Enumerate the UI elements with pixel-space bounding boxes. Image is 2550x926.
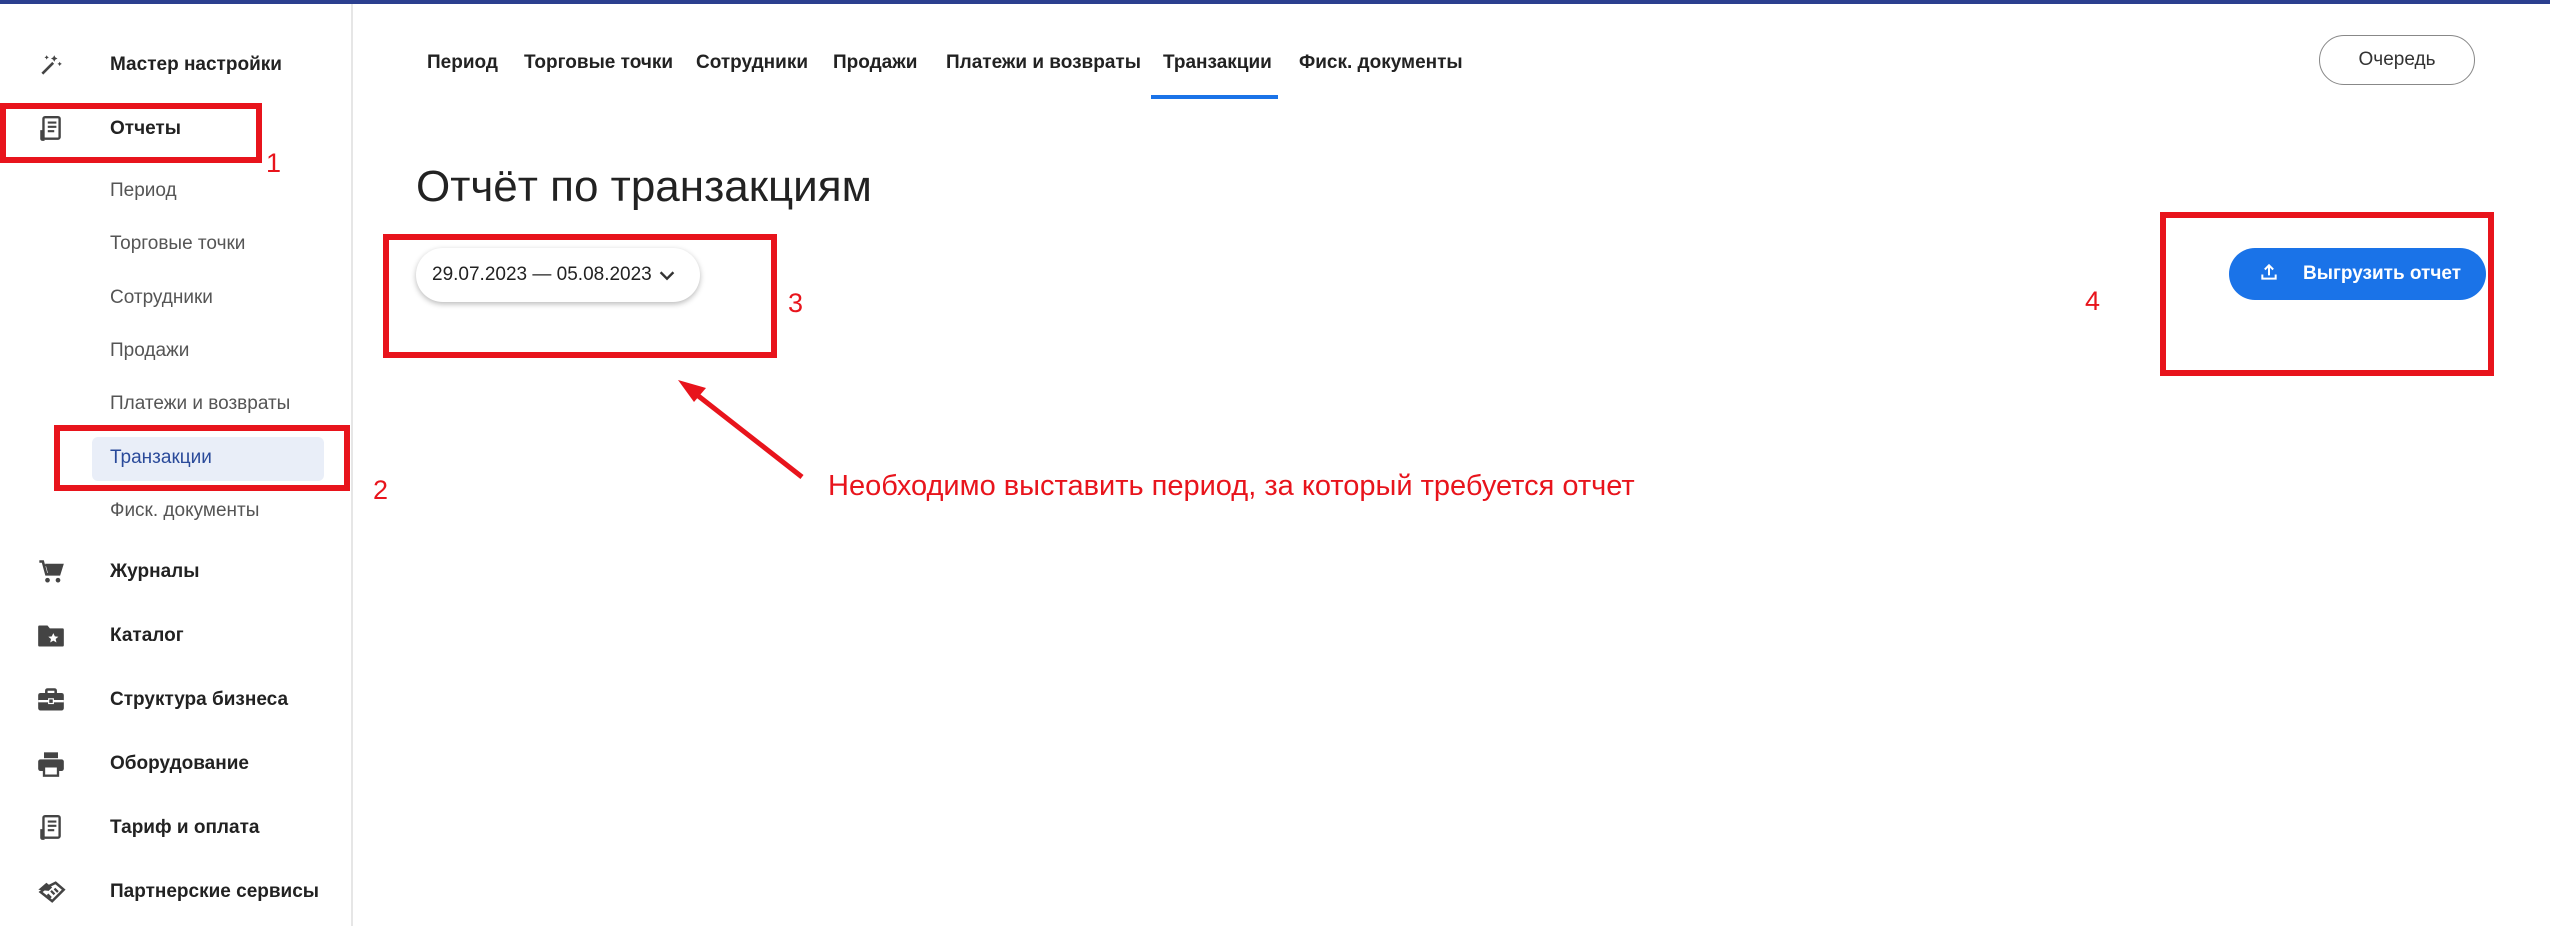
- page-title: Отчёт по транзакциям: [416, 162, 872, 211]
- tab-employees[interactable]: Сотрудники: [696, 52, 808, 74]
- cart-icon: [36, 557, 66, 587]
- sidebar-item-label: Структура бизнеса: [110, 689, 289, 710]
- folder-star-icon: [36, 621, 66, 651]
- top-accent-stripe: [0, 0, 2550, 4]
- tab-outlets[interactable]: Торговые точки: [524, 52, 673, 74]
- annotation-note: Необходимо выставить период, за который …: [828, 470, 1635, 502]
- tab-transactions[interactable]: Транзакции: [1163, 52, 1272, 74]
- sidebar-subitem-employees[interactable]: Сотрудники: [110, 287, 213, 309]
- sidebar-item-label: Мастер настройки: [110, 54, 282, 75]
- tab-sales[interactable]: Продажи: [833, 52, 917, 74]
- sidebar-subitem-payments-refunds[interactable]: Платежи и возвраты: [110, 393, 290, 415]
- sidebar-item-label: Партнерские сервисы: [110, 881, 320, 902]
- annotation-number-1: 1: [266, 148, 282, 178]
- tab-fiscal-documents[interactable]: Фиск. документы: [1299, 52, 1463, 74]
- printer-icon: [36, 749, 66, 779]
- briefcase-icon: [36, 685, 66, 715]
- sidebar-subitem-outlets[interactable]: Торговые точки: [110, 233, 245, 255]
- annotation-number-3: 3: [788, 288, 804, 318]
- sidebar-item-setup-wizard[interactable]: Мастер настройки: [0, 37, 353, 93]
- annotation-box-date-range: [383, 234, 777, 358]
- queue-button[interactable]: Очередь: [2319, 35, 2475, 85]
- annotation-number-4: 4: [2085, 286, 2101, 316]
- annotation-box-reports: [0, 103, 262, 163]
- sidebar-item-label: Тариф и оплата: [110, 817, 260, 838]
- sidebar-item-label: Каталог: [110, 625, 184, 646]
- annotation-arrow: [678, 380, 804, 479]
- sidebar-item-label: Журналы: [110, 561, 200, 582]
- annotation-box-export: [2160, 212, 2494, 376]
- sidebar-subitem-sales[interactable]: Продажи: [110, 340, 189, 362]
- sidebar-item-tariff-payment[interactable]: Тариф и оплата: [0, 800, 353, 856]
- sidebar-subitem-fiscal-documents[interactable]: Фиск. документы: [110, 500, 259, 522]
- sidebar-subitem-period[interactable]: Период: [110, 180, 177, 202]
- sidebar-item-catalog[interactable]: Каталог: [0, 608, 353, 664]
- annotation-box-transactions: [54, 425, 350, 491]
- magic-wand-icon: [36, 50, 66, 80]
- sidebar-item-equipment[interactable]: Оборудование: [0, 736, 353, 792]
- annotation-number-2: 2: [373, 475, 389, 505]
- active-tab-indicator: [1151, 95, 1278, 99]
- tab-period[interactable]: Период: [427, 52, 498, 74]
- sidebar-item-label: Оборудование: [110, 753, 249, 774]
- receipt-icon: [36, 813, 66, 843]
- sidebar-item-partner-services[interactable]: Партнерские сервисы: [0, 864, 353, 920]
- sidebar-item-journals[interactable]: Журналы: [0, 544, 353, 600]
- handshake-icon: [36, 877, 66, 907]
- sidebar-item-business-structure[interactable]: Структура бизнеса: [0, 672, 353, 728]
- tab-payments-refunds[interactable]: Платежи и возвраты: [946, 52, 1141, 74]
